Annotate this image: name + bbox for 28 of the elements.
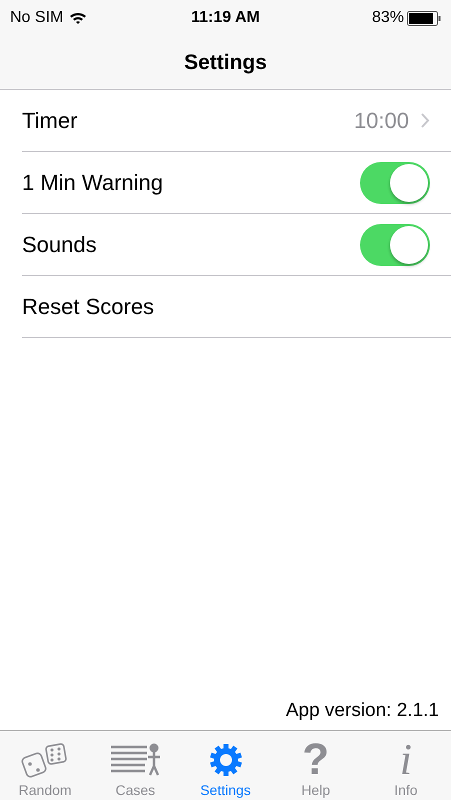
tab[interactable]: Settings <box>180 731 271 800</box>
settings-row[interactable]: Sounds <box>22 214 451 276</box>
tab-glyph: ? <box>302 738 330 782</box>
settings-row[interactable]: Timer 10:00 <box>22 90 451 152</box>
toggle-switch[interactable] <box>360 162 430 204</box>
settings-row[interactable]: 1 Min Warning <box>22 152 451 214</box>
tab-glyph: i <box>400 738 412 782</box>
battery-icon <box>407 10 441 26</box>
tab[interactable]: i Info <box>360 731 451 800</box>
carrier-label: No SIM <box>10 9 64 27</box>
tab[interactable]: Cases <box>90 731 180 800</box>
row-label: Sounds <box>22 232 98 258</box>
settings-icon <box>208 743 242 777</box>
chevron-icon <box>421 113 430 128</box>
settings-row[interactable]: Reset Scores <box>22 276 451 338</box>
clock-time: 11:19 AM <box>191 9 260 27</box>
row-label: Reset Scores <box>22 294 156 320</box>
toggle-switch[interactable] <box>360 224 430 266</box>
app-version-text: App version: 2.1.1 <box>286 700 439 721</box>
battery-percent: 83% <box>372 9 404 27</box>
row-value: 10:00 <box>354 108 409 134</box>
stick-figure-list-icon <box>109 742 162 778</box>
row-label: Timer <box>22 108 78 134</box>
tab[interactable]: ? Help <box>270 731 361 800</box>
wifi-icon <box>69 11 88 25</box>
tab[interactable]: Random <box>0 731 90 800</box>
row-label: 1 Min Warning <box>22 170 164 196</box>
screen-title: Settings <box>184 50 267 74</box>
